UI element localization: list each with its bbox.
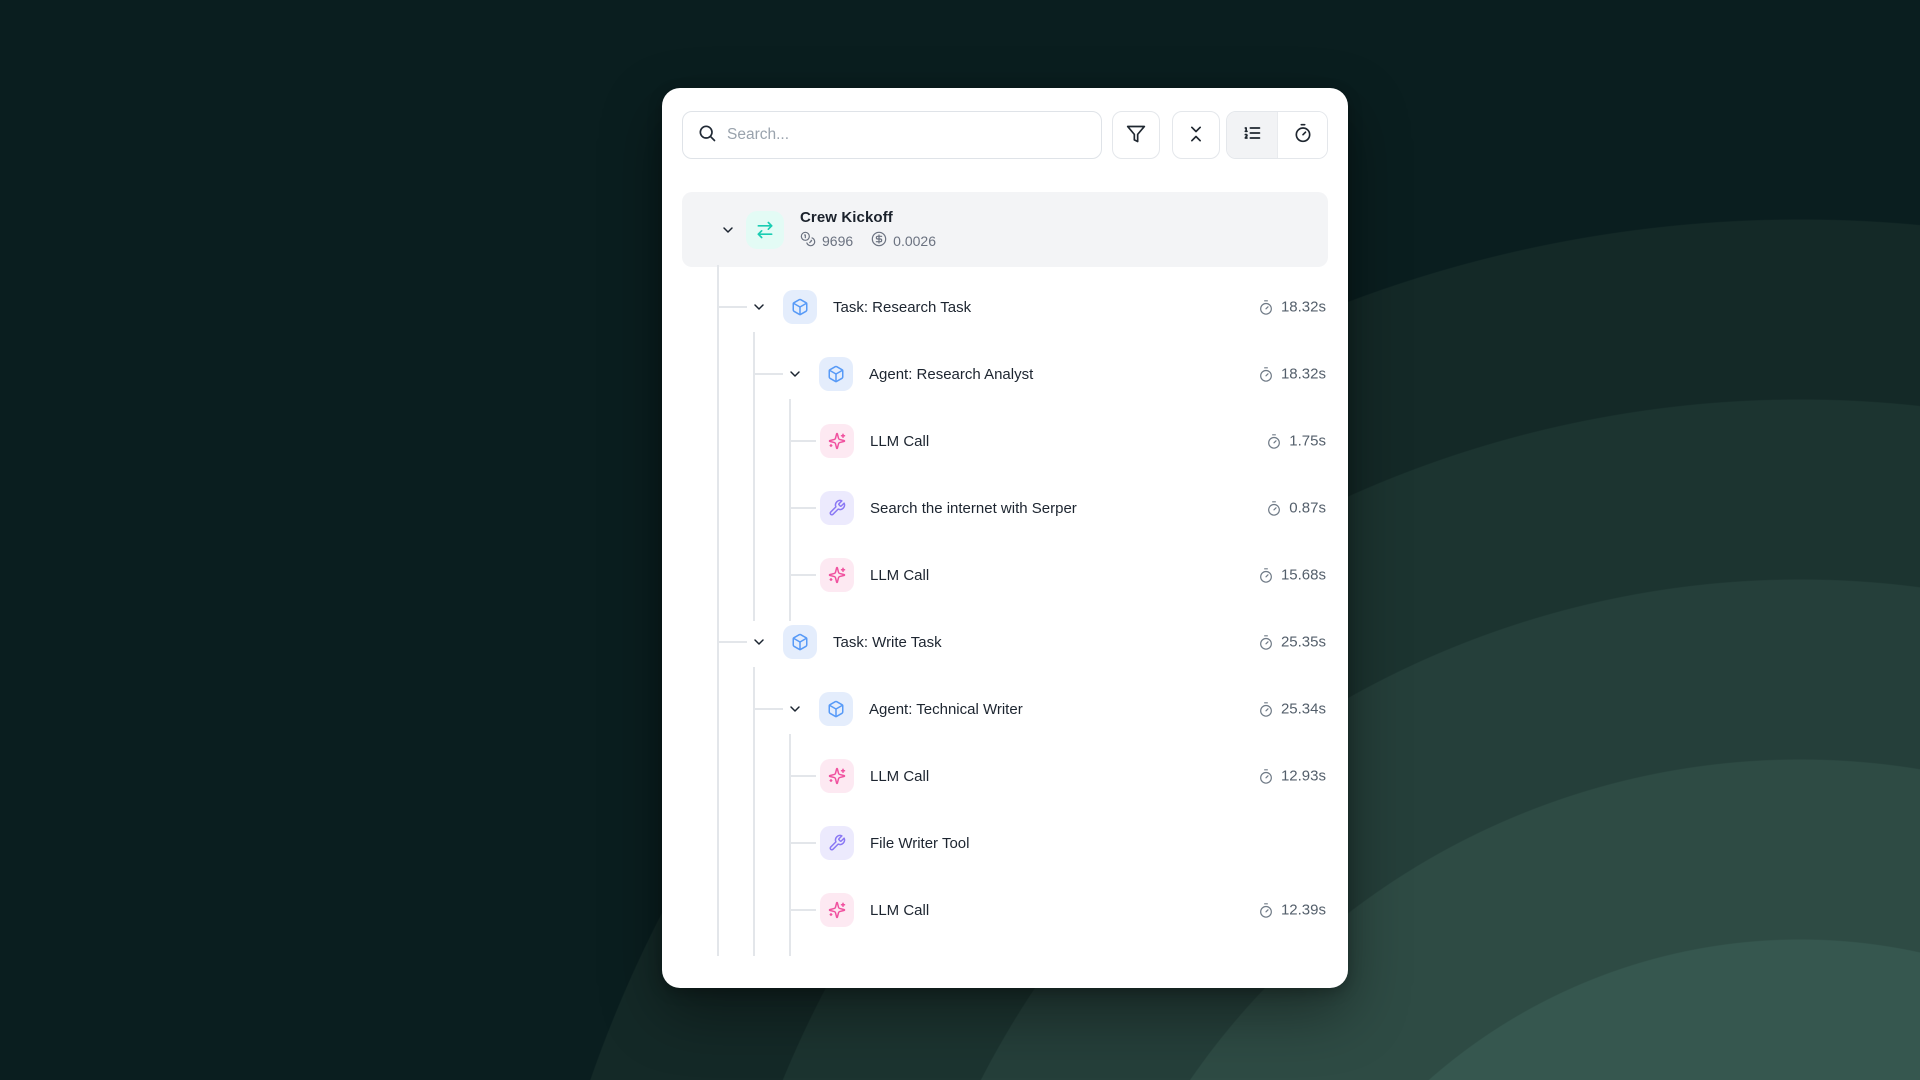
timer-icon [1293,123,1313,148]
tree-row-task-write-task[interactable]: Task: Write Task 25.35s [717,620,1328,664]
sparkles-icon [820,424,854,458]
root-title: Crew Kickoff [800,209,936,226]
filter-button[interactable] [1112,111,1160,159]
arrow-right-left-icon [746,211,784,249]
chevron-down-icon[interactable] [751,634,767,650]
wrench-icon [820,826,854,860]
timeline-view-toggle[interactable] [1277,112,1327,158]
row-label: Agent: Technical Writer [869,701,1023,718]
sparkles-icon [820,759,854,793]
box-icon [783,625,817,659]
chevrons-down-up-icon [1186,124,1206,147]
search-icon [697,123,717,148]
row-label: LLM Call [870,567,929,584]
token-count: 9696 [800,231,853,250]
trace-panel: Crew Kickoff 9696 0.0026 Task: Research Tas… [662,88,1348,988]
tree-row-llm-call[interactable]: LLM Call 1.75s [789,419,1328,463]
list-ordered-icon [1242,123,1262,148]
tree-row-llm-call[interactable]: LLM Call 12.39s [789,888,1328,932]
duration: 12.93s [1258,768,1326,785]
row-label: File Writer Tool [870,835,969,852]
box-icon [819,692,853,726]
tree-row-crew-kickoff[interactable]: Crew Kickoff 9696 0.0026 [682,192,1328,267]
duration: 12.39s [1258,902,1326,919]
collapse-all-button[interactable] [1172,111,1220,159]
tree-row-llm-call[interactable]: LLM Call 15.68s [789,553,1328,597]
duration: 1.75s [1266,433,1326,450]
chevron-down-icon[interactable] [787,366,803,382]
tree-row-task-research-task[interactable]: Task: Research Task 18.32s [717,285,1328,329]
row-label: Search the internet with Serper [870,500,1077,517]
trace-tree: Crew Kickoff 9696 0.0026 Task: Research Tas… [682,192,1328,932]
coins-icon [800,231,816,250]
row-label: LLM Call [870,768,929,785]
cost: 0.0026 [871,231,936,250]
sparkles-icon [820,558,854,592]
row-label: LLM Call [870,433,929,450]
tree-row-agent-research-analyst[interactable]: Agent: Research Analyst 18.32s [753,352,1328,396]
chevron-down-icon[interactable] [720,222,736,238]
tree-row-search-the-internet-with-serper[interactable]: Search the internet with Serper 0.87s [789,486,1328,530]
view-toggle-group [1226,111,1328,159]
tree-row-agent-technical-writer[interactable]: Agent: Technical Writer 25.34s [753,687,1328,731]
row-label: Agent: Research Analyst [869,366,1033,383]
duration: 18.32s [1258,299,1326,316]
duration: 0.87s [1266,500,1326,517]
duration: 18.32s [1258,366,1326,383]
row-label: Task: Research Task [833,299,971,316]
chevron-down-icon[interactable] [751,299,767,315]
list-view-toggle[interactable] [1227,112,1277,158]
dollar-circle-icon [871,231,887,250]
search-input[interactable] [727,126,1087,144]
sparkles-icon [820,893,854,927]
duration: 25.35s [1258,634,1326,651]
tree-row-llm-call[interactable]: LLM Call 12.93s [789,754,1328,798]
wrench-icon [820,491,854,525]
funnel-icon [1126,124,1146,147]
row-label: LLM Call [870,902,929,919]
box-icon [819,357,853,391]
row-label: Task: Write Task [833,634,942,651]
toolbar [682,111,1328,159]
duration: 15.68s [1258,567,1326,584]
box-icon [783,290,817,324]
root-badges: 9696 0.0026 [800,231,936,250]
duration: 25.34s [1258,701,1326,718]
chevron-down-icon[interactable] [787,701,803,717]
search-box[interactable] [682,111,1102,159]
tree-row-file-writer-tool[interactable]: File Writer Tool [789,821,1328,865]
